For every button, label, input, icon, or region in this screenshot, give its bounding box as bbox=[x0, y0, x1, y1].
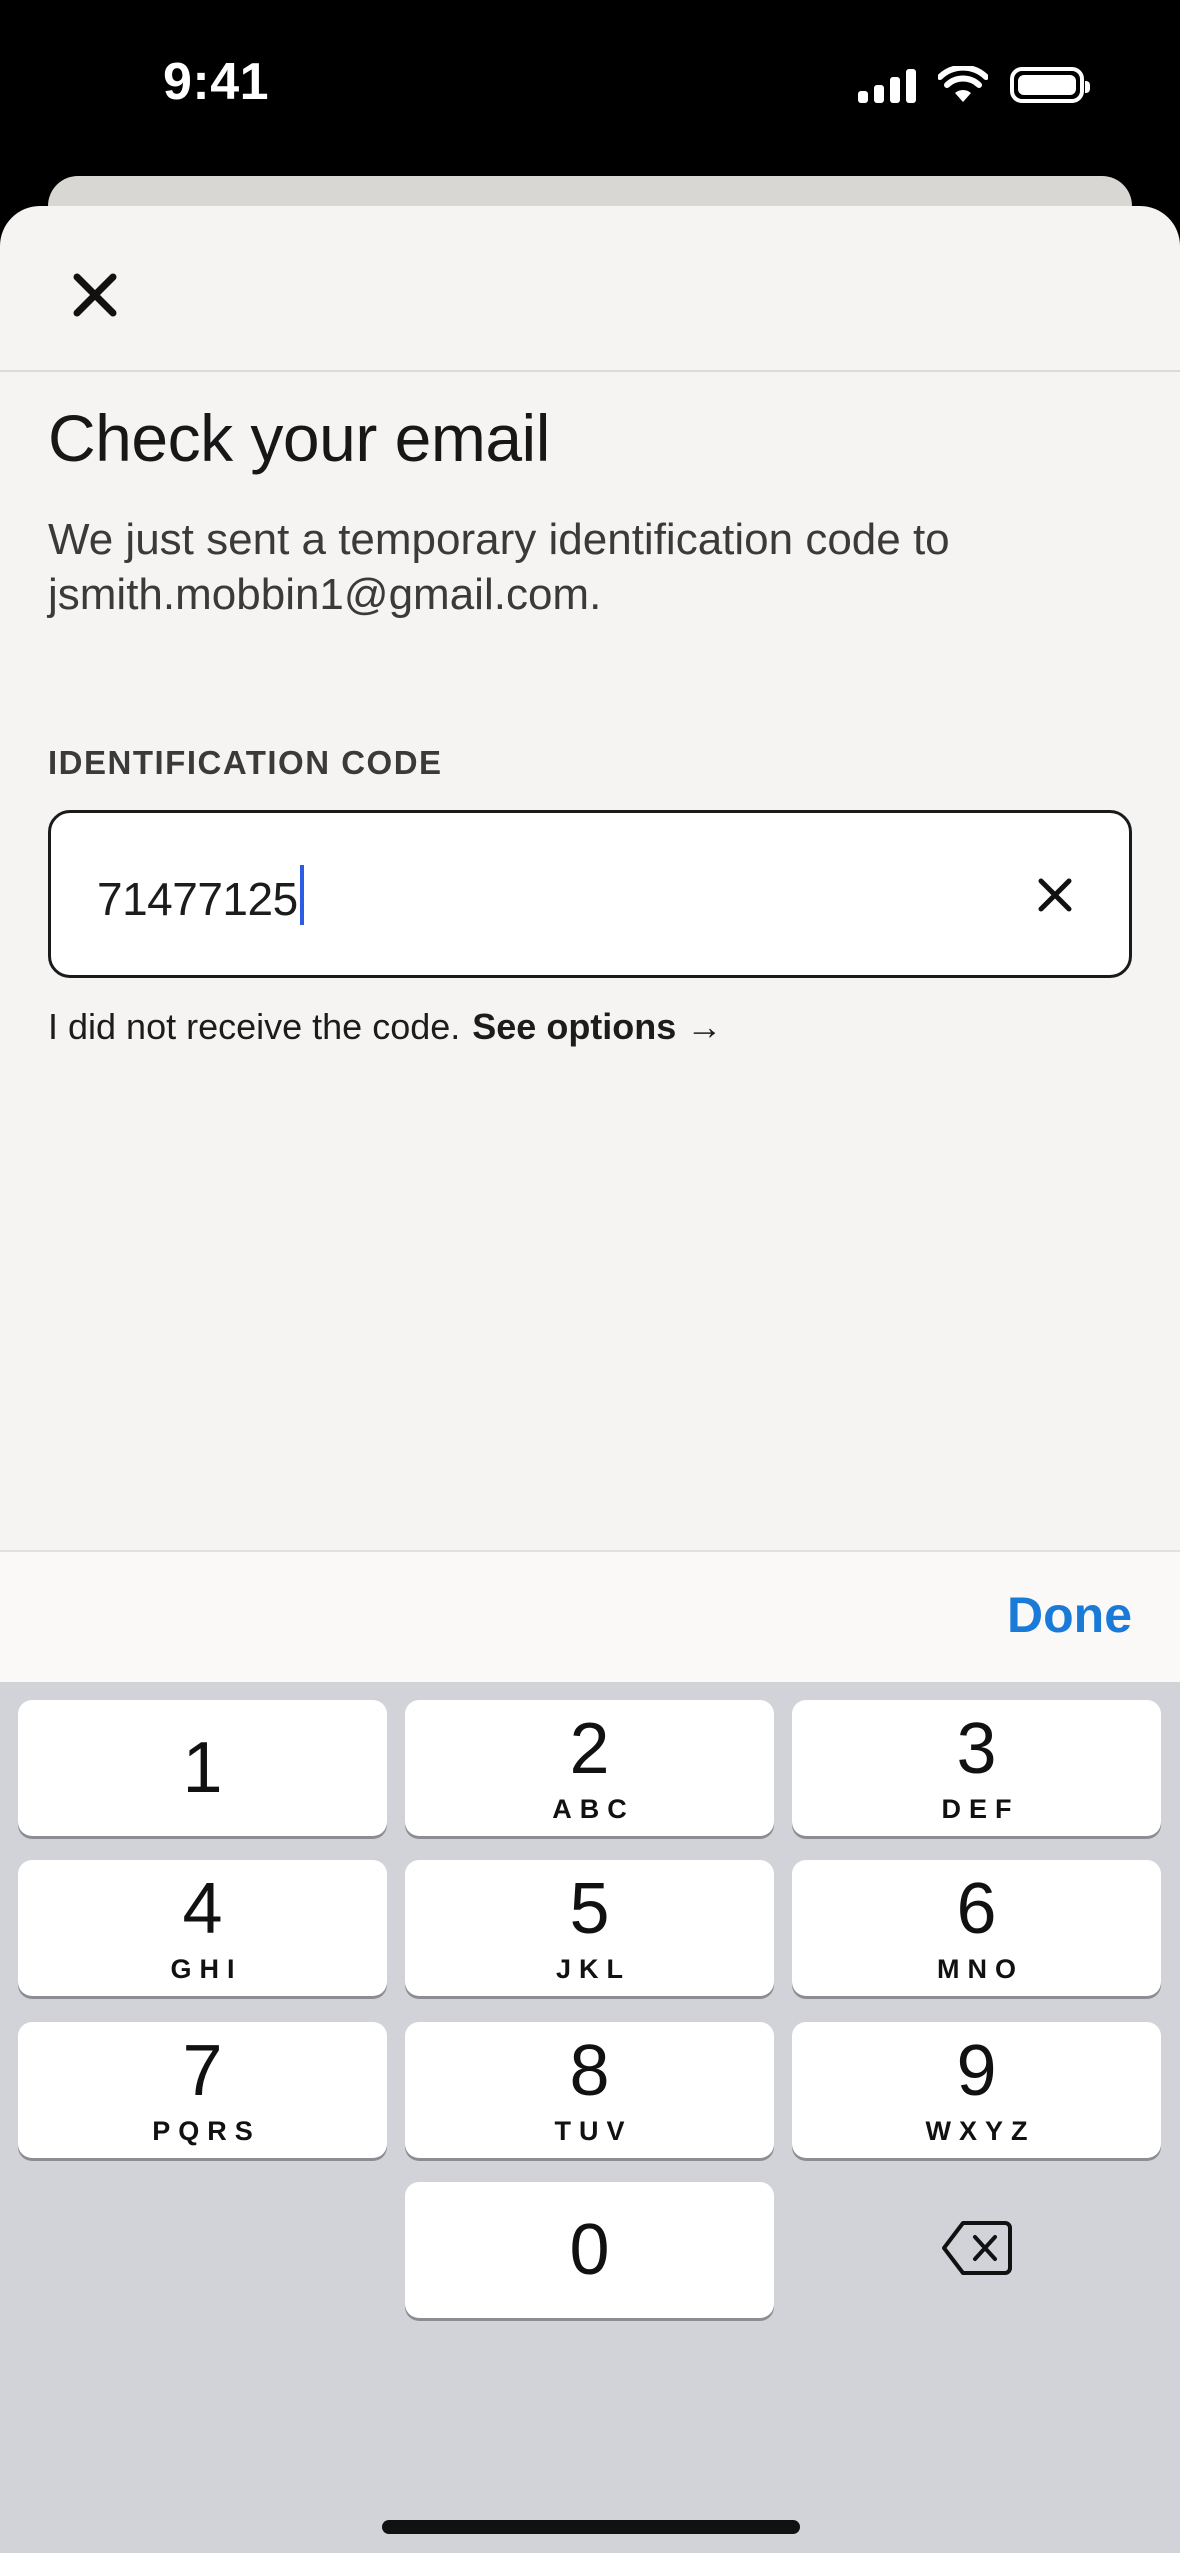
key-letters: JKL bbox=[555, 1954, 631, 1984]
status-bar: 9:41 bbox=[0, 0, 1180, 176]
key-digit: 5 bbox=[569, 1869, 610, 1949]
description-text: We just sent a temporary identification … bbox=[48, 515, 950, 619]
key-7[interactable]: 7 PQRS bbox=[18, 2022, 387, 2158]
key-9[interactable]: 9 WXYZ bbox=[792, 2022, 1161, 2158]
key-digit: 6 bbox=[956, 1869, 997, 1949]
code-field-label: IDENTIFICATION CODE bbox=[48, 744, 443, 781]
battery-icon bbox=[1010, 67, 1090, 103]
key-digit: 7 bbox=[182, 2031, 223, 2111]
helper-text: I did not receive the code. bbox=[48, 1006, 461, 1047]
code-value[interactable]: 71477125 bbox=[97, 865, 304, 926]
key-6[interactable]: 6 MNO bbox=[792, 1860, 1161, 1996]
delete-key[interactable] bbox=[792, 2180, 1161, 2316]
done-button[interactable]: Done bbox=[1007, 1586, 1132, 1644]
keyboard-toolbar: Done bbox=[0, 1550, 1180, 1682]
helper-text-row: I did not receive the code. See options → bbox=[48, 1006, 722, 1048]
status-icons bbox=[858, 66, 1090, 104]
backspace-icon bbox=[941, 2221, 1012, 2275]
home-indicator bbox=[382, 2520, 800, 2534]
key-digit: 4 bbox=[182, 1869, 223, 1949]
key-digit: 2 bbox=[569, 1709, 610, 1789]
key-letters: PQRS bbox=[152, 2116, 261, 2146]
key-digit: 9 bbox=[956, 2031, 997, 2111]
key-letters: WXYZ bbox=[925, 2116, 1036, 2146]
key-8[interactable]: 8 TUV bbox=[405, 2022, 774, 2158]
page-title: Check your email bbox=[48, 401, 550, 475]
key-letters: MNO bbox=[937, 1954, 1024, 1984]
wifi-icon bbox=[938, 66, 988, 102]
sheet-header bbox=[0, 206, 1180, 372]
key-digit: 1 bbox=[182, 1728, 223, 1808]
key-1[interactable]: 1 bbox=[18, 1700, 387, 1836]
see-options-link[interactable]: See options → bbox=[472, 1006, 722, 1047]
identification-code-input[interactable]: 71477125 bbox=[48, 810, 1132, 978]
key-letters: DEF bbox=[941, 1794, 1020, 1824]
text-caret bbox=[299, 865, 304, 925]
cellular-signal-icon bbox=[858, 67, 916, 103]
close-button[interactable] bbox=[60, 260, 130, 330]
key-4[interactable]: 4 GHI bbox=[18, 1860, 387, 1996]
key-letters: GHI bbox=[170, 1954, 243, 1984]
key-2[interactable]: 2 ABC bbox=[405, 1700, 774, 1836]
key-digit: 3 bbox=[956, 1709, 997, 1789]
clear-icon bbox=[1038, 878, 1072, 912]
key-digit: 0 bbox=[569, 2210, 610, 2290]
key-3[interactable]: 3 DEF bbox=[792, 1700, 1161, 1836]
key-digit: 8 bbox=[569, 2031, 610, 2111]
close-icon bbox=[73, 273, 117, 317]
key-letters: TUV bbox=[554, 2116, 633, 2146]
number-keypad: 1 2 ABC 3 DEF 4 GHI 5 JKL 6 MNO 7 PQRS 8 TUV 9 W… bbox=[0, 1682, 1180, 2553]
key-0[interactable]: 0 bbox=[405, 2182, 774, 2318]
key-letters: ABC bbox=[552, 1794, 635, 1824]
key-5[interactable]: 5 JKL bbox=[405, 1860, 774, 1996]
clear-input-button[interactable] bbox=[1033, 873, 1077, 917]
verification-sheet: Check your email We just sent a temporar… bbox=[0, 206, 1180, 1550]
status-time: 9:41 bbox=[163, 53, 270, 111]
